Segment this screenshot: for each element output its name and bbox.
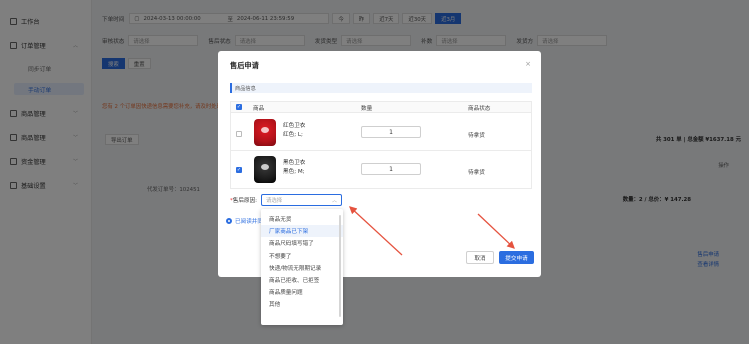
product-status: 待拿货 (468, 170, 485, 176)
quantity-input[interactable]: 1 (361, 163, 421, 175)
reason-option[interactable]: 其他 (261, 298, 343, 310)
reason-option[interactable]: 快递/物流无限期记录 (261, 262, 343, 274)
reason-option[interactable]: 商品已拒收、已拒签 (261, 274, 343, 286)
col-status: 商品状态 (468, 105, 491, 112)
cancel-button[interactable]: 取消 (466, 251, 494, 264)
reason-option[interactable]: 厂家商品已下架 (261, 225, 343, 238)
reason-option[interactable]: 商品质量问题 (261, 286, 343, 298)
product-name: 黑色卫衣 (283, 160, 306, 166)
product-status: 待拿货 (468, 133, 485, 139)
quantity-input[interactable]: 1 (361, 126, 421, 138)
section-header: 商品信息 (230, 83, 532, 93)
row-checkbox[interactable] (236, 131, 242, 137)
reason-select[interactable]: 请选择 ︿ (261, 194, 342, 206)
submit-button[interactable]: 提交申请 (499, 251, 534, 264)
table-row: ✓ 黑色卫衣 黑色; M; 1 待拿货 (230, 151, 532, 189)
product-table-header: ✓ 商品 数量 商品状态 (230, 101, 532, 113)
dialog-title: 售后申请 (230, 61, 259, 70)
reason-label: *售后原因: (230, 198, 258, 204)
dropdown-scrollbar[interactable] (339, 215, 341, 317)
product-name: 红色卫衣 (283, 123, 306, 129)
product-image (254, 119, 276, 146)
chevron-up-icon: ︿ (331, 197, 337, 204)
row-checkbox[interactable]: ✓ (236, 167, 242, 173)
col-qty: 数量 (361, 105, 373, 112)
reason-option[interactable]: 商品无货 (261, 213, 343, 225)
col-product: 商品 (253, 105, 265, 112)
close-icon[interactable]: × (525, 60, 531, 68)
product-image (254, 156, 276, 183)
reason-option[interactable]: 商品尺码填写错了 (261, 237, 343, 249)
radio-dot (226, 218, 232, 224)
reason-dropdown: 商品无货 厂家商品已下架 商品尺码填写错了 不想要了 快递/物流无限期记录 商品… (261, 209, 343, 325)
select-all-checkbox[interactable]: ✓ (236, 104, 242, 110)
product-spec: 红色; L; (283, 132, 303, 138)
product-spec: 黑色; M; (283, 169, 305, 175)
reason-option[interactable]: 不想要了 (261, 250, 343, 262)
table-row: 红色卫衣 红色; L; 1 待拿货 (230, 113, 532, 151)
